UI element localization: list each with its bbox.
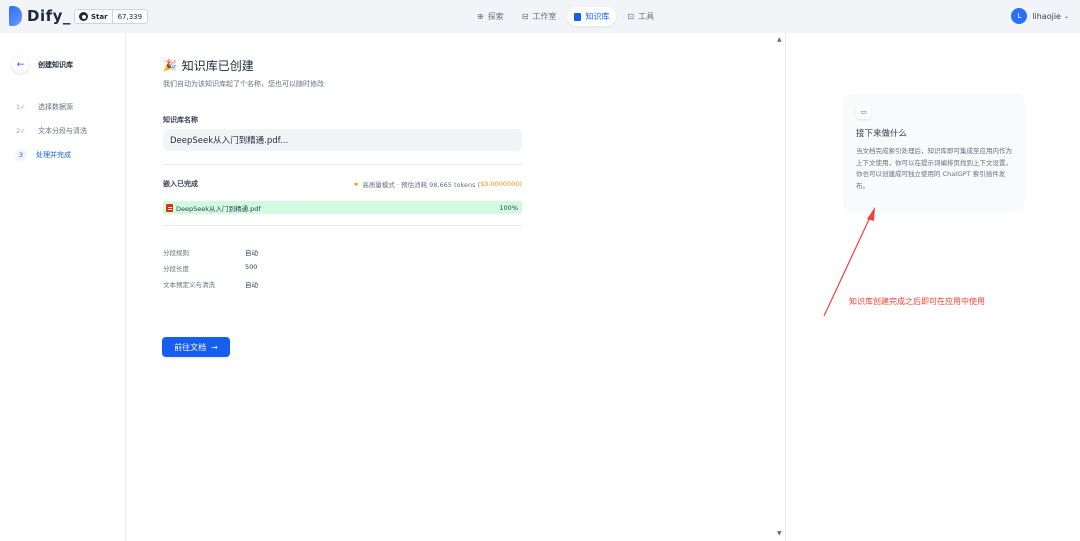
tips-panel: ▭ 接下来做什么 当文档完成索引处理后，知识库即可集成至应用内作为上下文使用，你…	[785, 33, 1080, 541]
back-arrow-icon[interactable]: ←	[12, 56, 29, 73]
annotation-text: 知识库创建完成之后即可在应用中使用	[849, 297, 985, 306]
title-row: 🎉 知识库已创建	[163, 57, 254, 74]
divider	[163, 164, 522, 165]
star-count: 67,339	[117, 12, 143, 21]
terminal-icon: ⊟	[521, 12, 529, 21]
compass-icon: ⊕	[477, 12, 484, 21]
setting-row: 文本预定义与清洗 自动	[163, 279, 258, 289]
setting-key: 文本预定义与清洗	[163, 281, 215, 289]
setting-row: 分段长度 500	[163, 263, 257, 273]
star-label: Star	[91, 12, 108, 21]
top-bar: Dify_ Star 67,339 ⊕ 探索 ⊟ 工作室 ▮ 知识库 ⊡ 工具 …	[0, 0, 1080, 33]
setting-value: 自动	[245, 249, 258, 257]
embed-meta: ✶ 高质量模式 · 预估消耗 98,665 tokens ($0.0000000…	[352, 179, 522, 190]
embed-cost-close: )	[519, 180, 522, 188]
book-icon: ▮	[574, 12, 582, 21]
step-label: 文本分段与清洗	[38, 127, 87, 135]
setting-value: 500	[245, 263, 258, 271]
divider	[163, 225, 522, 226]
knowledge-name-input[interactable]: DeepSeek从入门到精通.pdf...	[163, 129, 522, 151]
user-menu[interactable]: L lihaojie ⌄	[1011, 8, 1069, 24]
step-number: 3	[15, 149, 27, 161]
sidebar-title: 创建知识库	[38, 60, 73, 69]
setting-value: 自动	[245, 281, 258, 289]
annotation-arrow	[823, 207, 875, 317]
scroll-up-arrow-icon[interactable]: ▲	[777, 36, 782, 43]
nav-tools[interactable]: ⊡ 工具	[620, 7, 661, 26]
user-name: lihaojie	[1032, 11, 1061, 21]
github-star-label: Star	[75, 10, 113, 23]
goto-documents-label: 前往文档	[174, 342, 207, 352]
step-check-icon: 1✓	[16, 103, 26, 111]
file-progress: 100%	[499, 203, 518, 212]
avatar: L	[1011, 8, 1028, 24]
name-label: 知识库名称	[163, 116, 198, 124]
github-icon	[79, 12, 88, 21]
setting-key: 分段长度	[163, 265, 189, 273]
step-label: 选择数据源	[38, 103, 73, 111]
scroll-down-arrow-icon[interactable]: ▼	[777, 530, 782, 537]
chevron-down-icon: ⌄	[1063, 12, 1069, 20]
step-select-source: 1✓ 选择数据源	[16, 102, 73, 112]
nav-knowledge-label: 知识库	[585, 12, 610, 21]
main-content: 🎉 知识库已创建 我们自动为该知识库起了个名称，您也可以随时修改 知识库名称 D…	[126, 33, 785, 541]
step-check-icon: 2✓	[16, 127, 26, 135]
briefcase-icon: ⊡	[627, 12, 635, 21]
back-row: ← 创建知识库	[12, 56, 73, 73]
embed-cost: $0.0000000	[480, 180, 520, 188]
setting-row: 分段规则 自动	[163, 247, 258, 257]
page-title: 知识库已创建	[181, 59, 254, 73]
page-subtitle: 我们自动为该知识库起了个名称，您也可以随时修改	[163, 80, 324, 88]
main-nav: ⊕ 探索 ⊟ 工作室 ▮ 知识库 ⊡ 工具	[470, 7, 661, 26]
file-progress-row: DeepSeek从入门到精通.pdf 100%	[163, 201, 522, 214]
nav-studio-label: 工作室	[532, 12, 557, 21]
step-segment-clean: 2✓ 文本分段与清洗	[16, 126, 87, 136]
pdf-file-icon	[166, 203, 173, 212]
nav-tools-label: 工具	[638, 12, 655, 21]
step-label: 处理并完成	[36, 151, 71, 159]
steps-sidebar: ← 创建知识库 1✓ 选择数据源 2✓ 文本分段与清洗 3 处理并完成	[0, 33, 126, 541]
nav-studio[interactable]: ⊟ 工作室	[515, 7, 564, 26]
nav-explore[interactable]: ⊕ 探索	[470, 7, 511, 26]
file-name: DeepSeek从入门到精通.pdf	[176, 204, 261, 213]
arrow-right-icon: →	[211, 342, 218, 352]
nav-knowledge[interactable]: ▮ 知识库	[567, 7, 617, 26]
embed-mode-text: 高质量模式 · 预估消耗 98,665 tokens (	[362, 181, 481, 189]
goto-documents-button[interactable]: 前往文档 →	[162, 337, 230, 357]
party-popper-icon: 🎉	[163, 59, 177, 72]
embed-status-label: 嵌入已完成	[163, 180, 198, 188]
high-quality-icon: ✶	[352, 179, 360, 189]
nav-explore-label: 探索	[487, 12, 504, 21]
logo-mark-icon	[9, 6, 22, 26]
dify-logo[interactable]: Dify_	[9, 6, 71, 26]
setting-key: 分段规则	[163, 249, 189, 257]
step-process-finish: 3 处理并完成	[15, 149, 71, 161]
github-star-button[interactable]: Star 67,339	[74, 9, 149, 24]
logo-text: Dify_	[27, 7, 71, 25]
